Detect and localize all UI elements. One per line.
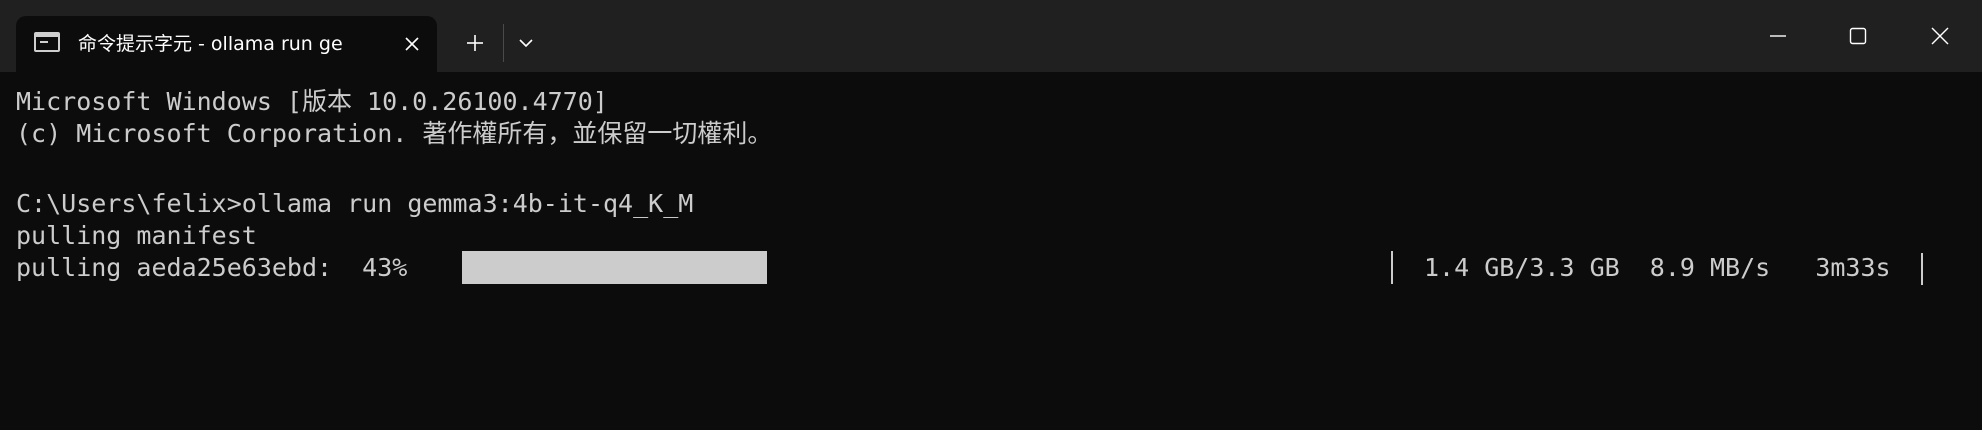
new-tab-button[interactable] <box>454 27 496 59</box>
tab-separator <box>503 24 504 62</box>
tab-dropdown-button[interactable] <box>507 27 545 59</box>
maximize-button[interactable] <box>1818 0 1898 72</box>
close-icon <box>405 37 419 51</box>
title-bar: 命令提示字元 - ollama run ge <box>0 0 1982 72</box>
terminal-line: (c) Microsoft Corporation. 著作權所有，並保留一切權利… <box>16 119 773 148</box>
close-tab-icon[interactable] <box>396 28 428 60</box>
progress-stats: 1.4 GB/3.3 GB 8.9 MB/s 3m33s <box>1424 253 1891 282</box>
terminal-line: pulling manifest <box>16 221 257 250</box>
download-progress-bar <box>462 251 848 284</box>
terminal-window: 命令提示字元 - ollama run ge Microsoft Windows… <box>0 0 1982 430</box>
command-line: C:\Users\felix>ollama run gemma3:4b-it-q… <box>16 189 694 218</box>
terminal-output[interactable]: Microsoft Windows [版本 10.0.26100.4770] (… <box>0 72 1982 430</box>
minimize-icon <box>1770 35 1786 37</box>
terminal-icon <box>34 32 60 52</box>
progress-fill <box>462 251 767 284</box>
close-window-button[interactable] <box>1900 0 1980 72</box>
minimize-button[interactable] <box>1738 0 1818 72</box>
terminal-line: Microsoft Windows [版本 10.0.26100.4770] <box>16 87 608 116</box>
chevron-down-icon <box>519 39 533 48</box>
maximize-icon <box>1849 27 1867 45</box>
progress-separator <box>1391 251 1393 284</box>
plus-icon <box>467 35 483 51</box>
tab-title: 命令提示字元 - ollama run ge <box>78 33 343 55</box>
progress-label: pulling aeda25e63ebd: 43% <box>16 253 408 282</box>
text-cursor <box>1921 253 1923 285</box>
tab-command-prompt[interactable]: 命令提示字元 - ollama run ge <box>16 16 437 72</box>
close-icon <box>1931 27 1949 45</box>
